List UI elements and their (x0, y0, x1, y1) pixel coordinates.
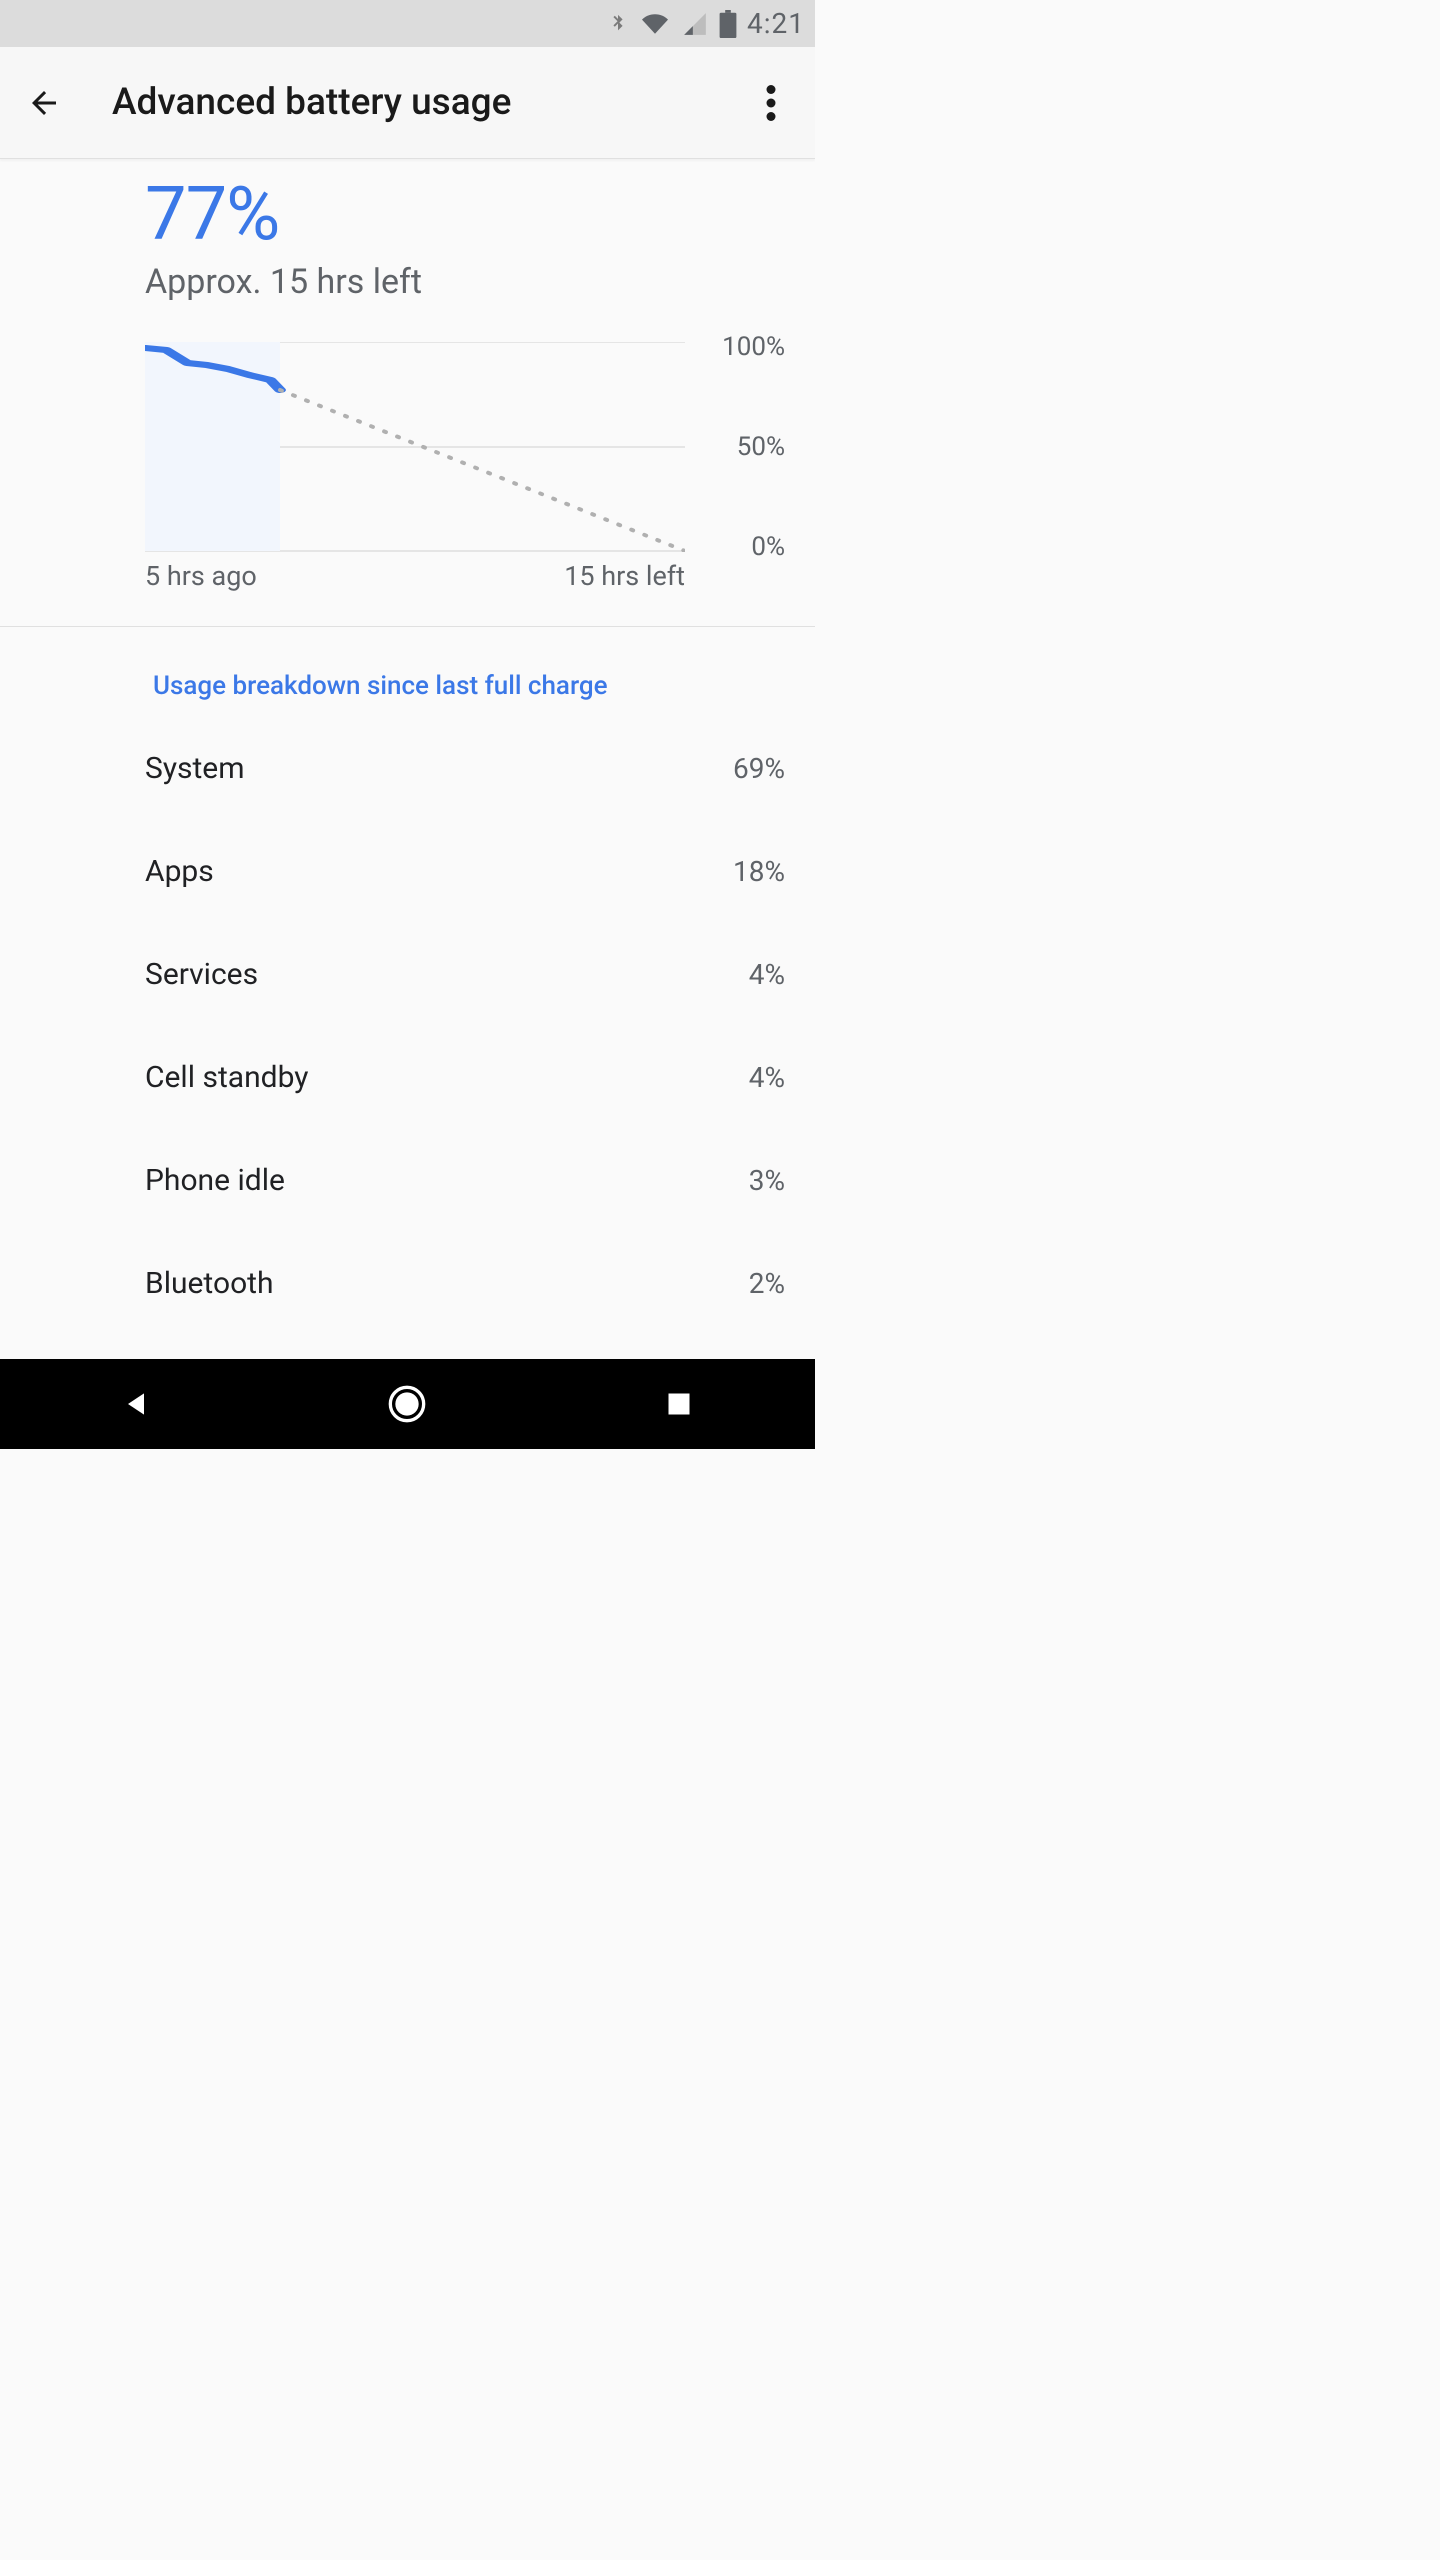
battery-chart[interactable]: 100% 50% 0% 5 hrs ago 15 hrs left (145, 342, 785, 592)
breakdown-label: Cell standby (145, 1060, 308, 1095)
breakdown-value: 4% (749, 958, 785, 991)
cell-signal-icon (681, 11, 709, 37)
breakdown-label: Bluetooth (145, 1266, 274, 1301)
status-time: 4:21 (747, 7, 805, 40)
page-title: Advanced battery usage (112, 81, 751, 124)
breakdown-value: 4% (749, 1061, 785, 1094)
wifi-icon (639, 11, 671, 37)
breakdown-row-cell-standby[interactable]: Cell standby 4% (145, 1026, 785, 1129)
navigation-bar (0, 1359, 815, 1449)
y-tick-50: 50% (737, 432, 785, 462)
back-button[interactable] (24, 83, 64, 123)
status-bar: 4:21 (0, 0, 815, 47)
app-bar: Advanced battery usage (0, 47, 815, 159)
breakdown-value: 69% (733, 752, 785, 785)
breakdown-label: System (145, 751, 245, 786)
square-recents-icon (665, 1390, 693, 1418)
nav-recents-button[interactable] (649, 1374, 709, 1434)
circle-home-icon (387, 1384, 427, 1424)
breakdown-label: Services (145, 957, 258, 992)
breakdown-label: Apps (145, 854, 214, 889)
content-area: 77% Approx. 15 hrs left 100% (0, 159, 815, 1335)
breakdown-value: 2% (749, 1267, 785, 1300)
chart-plot-area (145, 342, 685, 552)
battery-percent: 77% (145, 159, 785, 258)
x-tick-start: 5 hrs ago (145, 560, 257, 592)
breakdown-row-apps[interactable]: Apps 18% (145, 820, 785, 923)
chart-y-axis: 100% 50% 0% (695, 342, 785, 552)
arrow-left-icon (26, 85, 62, 121)
screen: 4:21 Advanced battery usage 77% Approx. … (0, 0, 815, 1449)
y-tick-100: 100% (722, 332, 785, 362)
nav-home-button[interactable] (377, 1374, 437, 1434)
nav-back-button[interactable] (106, 1374, 166, 1434)
triangle-back-icon (120, 1388, 152, 1420)
more-vert-icon (766, 85, 776, 121)
x-tick-end: 15 hrs left (564, 560, 685, 592)
breakdown-row-bluetooth[interactable]: Bluetooth 2% (145, 1232, 785, 1335)
breakdown-label: Phone idle (145, 1163, 285, 1198)
breakdown-value: 3% (749, 1164, 785, 1197)
battery-icon (719, 10, 737, 38)
chart-x-axis: 5 hrs ago 15 hrs left (145, 560, 685, 592)
breakdown-value: 18% (733, 855, 785, 888)
overflow-menu-button[interactable] (751, 83, 791, 123)
breakdown-row-system[interactable]: System 69% (145, 717, 785, 820)
bluetooth-icon (607, 9, 629, 39)
y-tick-0: 0% (751, 532, 785, 562)
breakdown-title: Usage breakdown since last full charge (145, 627, 785, 717)
breakdown-row-services[interactable]: Services 4% (145, 923, 785, 1026)
breakdown-row-phone-idle[interactable]: Phone idle 3% (145, 1129, 785, 1232)
battery-estimate: Approx. 15 hrs left (145, 262, 785, 302)
